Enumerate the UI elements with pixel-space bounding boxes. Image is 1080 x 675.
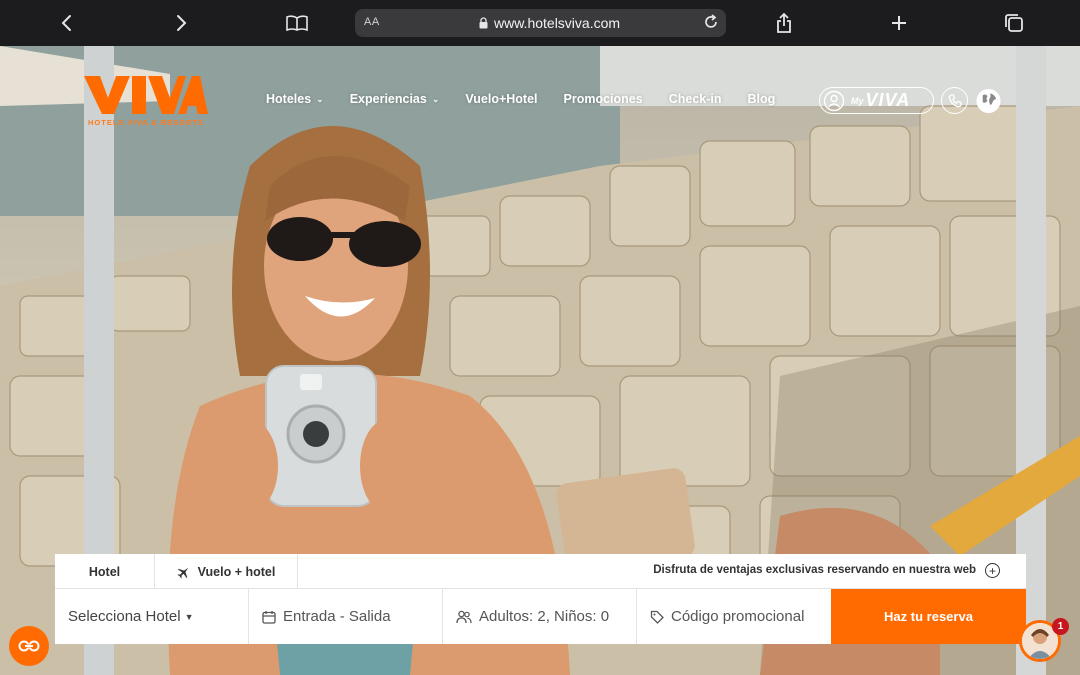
text-size-button[interactable]: AA — [364, 16, 380, 28]
plus-circle-icon[interactable]: + — [985, 563, 1000, 578]
tag-icon — [650, 610, 664, 624]
chevron-down-icon: ⌄ — [316, 93, 324, 104]
promo-code-placeholder: Código promocional — [671, 608, 805, 625]
main-nav: Hoteles ⌄ Experiencias ⌄ Vuelo+Hotel Promo… — [266, 92, 801, 106]
nav-item-check-in[interactable]: Check-in — [669, 92, 722, 106]
nav-item-vuelo-hotel[interactable]: Vuelo+Hotel — [465, 92, 537, 106]
nav-label: Vuelo+Hotel — [465, 92, 538, 106]
plane-icon — [177, 567, 188, 578]
reload-icon[interactable] — [702, 13, 720, 34]
forward-icon[interactable] — [166, 8, 196, 38]
caret-down-icon: ▼ — [184, 611, 194, 622]
hotel-select-value: Selecciona Hotel — [68, 608, 181, 625]
booking-fields: Selecciona Hotel ▼ Entrada - Salida Adul… — [55, 589, 1026, 644]
co-icon — [18, 640, 40, 652]
nav-label: Blog — [747, 92, 776, 106]
chevron-down-icon: ⌄ — [431, 93, 440, 104]
calendar-icon — [262, 610, 276, 624]
dates-field[interactable]: Entrada - Salida — [249, 589, 443, 644]
address-bar[interactable]: AA www.hotelsviva.com — [355, 9, 726, 37]
guests-field[interactable]: Adultos: 2, Niños: 0 — [443, 589, 637, 644]
phone-button[interactable] — [941, 87, 968, 114]
viva-logo[interactable]: HOTELS VIVA & RESORTS — [82, 74, 210, 130]
new-tab-icon[interactable] — [884, 8, 914, 38]
guests-value: Adultos: 2, Niños: 0 — [479, 608, 610, 625]
user-icon — [823, 90, 845, 111]
lock-icon — [479, 17, 488, 29]
bookmarks-icon[interactable] — [282, 8, 312, 38]
browser-toolbar: AA www.hotelsviva.com — [0, 0, 1080, 46]
url-text: www.hotelsviva.com — [494, 15, 621, 31]
nav-item-experiencias[interactable]: Experiencias ⌄ — [350, 92, 440, 106]
dates-value: Entrada - Salida — [283, 608, 391, 625]
nav-label: Hoteles — [266, 92, 312, 106]
share-icon[interactable] — [769, 8, 799, 38]
nav-label: Promociones — [563, 92, 643, 106]
nav-item-promociones[interactable]: Promociones — [564, 92, 643, 106]
language-button[interactable] — [975, 87, 1002, 114]
viva-logo-mark — [84, 76, 208, 114]
phone-icon — [948, 93, 962, 107]
tab-hotel[interactable]: Hotel — [55, 554, 155, 589]
nav-item-hoteles[interactable]: Hoteles ⌄ — [266, 92, 324, 106]
booking-widget: Hotel Vuelo + hotel Disfruta de ventajas… — [55, 554, 1026, 644]
hotel-select[interactable]: Selecciona Hotel ▼ — [55, 589, 249, 644]
nav-label: Check-in — [668, 92, 722, 106]
book-now-button[interactable]: Haz tu reserva — [831, 589, 1026, 644]
users-icon — [456, 610, 472, 623]
booking-tabs: Hotel Vuelo + hotel Disfruta de ventajas… — [55, 554, 1026, 589]
back-icon[interactable] — [52, 8, 82, 38]
logo-subtitle: HOTELS VIVA & RESORTS — [88, 118, 205, 127]
nav-item-blog[interactable]: Blog — [748, 92, 776, 106]
my-viva-prefix: My — [851, 95, 864, 106]
promo-code-field[interactable]: Código promocional — [637, 589, 831, 644]
web-benefits-text: Disfruta de ventajas exclusivas reservan… — [653, 564, 976, 576]
my-viva-button[interactable]: My VIVA — [819, 87, 934, 114]
nav-label: Experiencias — [349, 92, 427, 106]
chat-notification-badge: 1 — [1052, 618, 1069, 635]
tabs-icon[interactable] — [999, 8, 1029, 38]
my-viva-label: VIVA — [865, 90, 911, 110]
globe-icon — [976, 88, 1001, 113]
tab-vuelo-label: Vuelo + hotel — [197, 564, 276, 579]
co-widget-button[interactable]: CO — [9, 626, 49, 666]
tab-vuelo-hotel[interactable]: Vuelo + hotel — [155, 554, 298, 589]
